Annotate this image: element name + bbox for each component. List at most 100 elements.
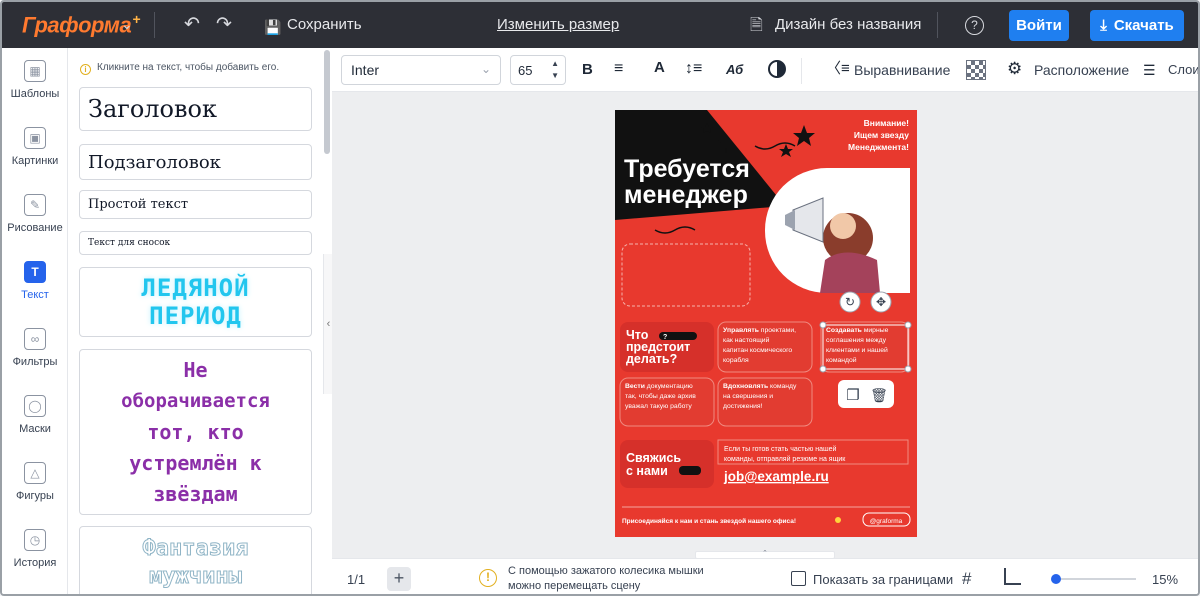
contact-line: Свяжись — [626, 451, 681, 465]
task-line: как настоящий — [723, 336, 770, 344]
heading-text-card[interactable]: Заголовок — [79, 87, 312, 131]
purple-effect-text-card[interactable]: Не оборачивается тот, кто устремлён к зв… — [79, 349, 312, 515]
templates-icon: ▦ — [24, 60, 46, 82]
text-panel: i Кликните на текст, чтобы добавить его. … — [68, 48, 322, 594]
trash-icon[interactable]: 🗑 — [870, 387, 888, 403]
divider — [937, 12, 938, 38]
effect-text: ПЕРИОД — [149, 302, 242, 330]
align-icon[interactable]: 〈≡ — [826, 60, 850, 78]
align-button[interactable]: Выравнивание — [854, 62, 950, 78]
logo-plus: + — [132, 11, 140, 27]
task-line: Управлять проектами, — [723, 327, 796, 334]
poster-note-line: Ищем звезду — [854, 130, 909, 140]
add-page-button[interactable]: + — [387, 567, 411, 591]
zoom-level: 15% — [1152, 572, 1179, 587]
download-button[interactable]: ⤓ Скачать — [1090, 10, 1184, 41]
help-icon[interactable]: ? — [965, 16, 984, 35]
star-icon — [835, 517, 841, 523]
chevron-down-icon[interactable]: ⌄ — [121, 14, 133, 34]
arrange-button[interactable]: Расположение — [1034, 62, 1129, 78]
fantasy-effect-text-card[interactable]: Фантазия мужчины — [79, 526, 312, 594]
opacity-icon[interactable] — [768, 60, 786, 78]
resize-handle[interactable] — [819, 365, 827, 373]
sidebar-item-label: Картинки — [11, 155, 59, 167]
gear-icon[interactable]: ⚙ — [1007, 60, 1022, 78]
decor-squiggle — [754, 142, 796, 150]
line-height-icon[interactable]: ↕≡ — [685, 60, 702, 78]
sidebar-item-label: Рисование — [7, 222, 63, 234]
poster[interactable]: ↻ ✥ ❐ 🗑 Внимание! Ищем звезду Менеджмент… — [615, 110, 917, 537]
redo-icon[interactable]: ↷ — [216, 15, 232, 35]
transparency-icon[interactable] — [966, 60, 986, 80]
task-line: командой — [826, 356, 857, 364]
bold-button[interactable]: B — [582, 61, 593, 79]
font-color-button[interactable]: A — [654, 59, 665, 77]
app-window: Граформа+ ⌄ ↶ ↷ 💾 Сохранить Изменить раз… — [0, 0, 1200, 596]
sidebar-item-history[interactable]: ◷ История — [2, 521, 68, 583]
move-icon: ✥ — [876, 295, 886, 309]
font-family-select[interactable]: Inter ⌄ — [341, 55, 501, 85]
task-line: капитан космического — [723, 347, 792, 354]
star-icon — [793, 125, 815, 146]
subheading-text-card[interactable]: Подзаголовок — [79, 144, 312, 180]
sidebar-item-text[interactable]: T Текст — [2, 253, 68, 315]
history-icon: ◷ — [24, 529, 46, 551]
resize-button[interactable]: Изменить размер — [497, 16, 619, 33]
decor-squiggle — [654, 226, 696, 234]
document-title[interactable]: Дизайн без названия — [775, 16, 921, 33]
grid-icon[interactable]: # — [962, 569, 971, 589]
ice-effect-text-card[interactable]: ЛЕДЯНОЙ ПЕРИОД — [79, 267, 312, 337]
apply-line: Если ты готов стать частью нашей — [724, 445, 837, 453]
sidebar-item-drawing[interactable]: ✎ Рисование — [2, 186, 68, 248]
login-button[interactable]: Войти — [1009, 10, 1069, 41]
document-icon: 🗎 — [750, 17, 763, 34]
zoom-slider[interactable] — [1051, 574, 1136, 584]
text-icon: T — [24, 261, 46, 283]
undo-icon[interactable]: ↶ — [184, 15, 200, 35]
poster-title-line: Требуется — [624, 155, 750, 183]
text-toolbar: Inter ⌄ 65 ▲ ▼ B ≡ A ↕≡ Аб 〈≡ Выравнивание … — [332, 48, 1198, 92]
save-button[interactable]: Сохранить — [287, 16, 362, 33]
warning-icon: ! — [479, 569, 497, 587]
layers-button[interactable]: Слои — [1168, 62, 1198, 77]
task-rest: документацию — [645, 383, 693, 390]
resize-handle[interactable] — [904, 321, 912, 329]
font-size-select[interactable]: 65 ▲ ▼ — [510, 55, 566, 85]
fit-screen-icon[interactable] — [1004, 568, 1021, 585]
footnote-text-card[interactable]: Текст для сносок — [79, 231, 312, 255]
plus-icon: + — [393, 568, 405, 588]
sidebar-item-filters[interactable]: ∞ Фильтры — [2, 320, 68, 382]
divider — [801, 58, 802, 84]
sidebar-item-images[interactable]: ▣ Картинки — [2, 119, 68, 181]
task-rest: команду — [768, 383, 797, 390]
layers-icon[interactable]: ☰ — [1143, 61, 1156, 79]
chevron-down-icon: ⌄ — [480, 62, 491, 76]
sidebar-item-label: Фигуры — [16, 490, 54, 502]
panel-hint-text: Кликните на текст, чтобы добавить его. — [97, 62, 280, 73]
sidebar-item-shapes[interactable]: △ Фигуры — [2, 454, 68, 516]
show-outside-label[interactable]: Показать за границами — [813, 572, 953, 587]
font-family-value: Inter — [351, 62, 380, 78]
task-highlight: Создавать — [826, 327, 862, 334]
duplicate-icon[interactable]: ❐ — [846, 387, 859, 404]
task-line: Вести документацию — [625, 383, 693, 390]
panel-scrollbar[interactable] — [324, 50, 330, 154]
sidebar-item-label: Фильтры — [12, 356, 58, 368]
resize-handle[interactable] — [904, 365, 912, 373]
effect-text: устремлён к — [129, 450, 262, 475]
empty-frame — [621, 243, 751, 307]
text-align-icon[interactable]: ≡ — [614, 60, 623, 78]
text-case-button[interactable]: Аб — [726, 61, 743, 79]
save-icon[interactable]: 💾 — [264, 17, 281, 37]
task-line: достижения! — [723, 403, 763, 410]
show-outside-checkbox[interactable] — [791, 571, 806, 586]
effect-text: звёздам — [153, 481, 238, 506]
zoom-slider-knob[interactable] — [1051, 574, 1062, 584]
effect-text: оборачивается — [121, 389, 270, 412]
canvas-area[interactable]: ↻ ✥ ❐ 🗑 Внимание! Ищем звезду Менеджмент… — [332, 92, 1198, 559]
sidebar-item-masks[interactable]: ◯ Маски — [2, 387, 68, 449]
sidebar-item-templates[interactable]: ▦ Шаблоны — [2, 52, 68, 114]
effect-text: мужчины — [149, 564, 243, 590]
contact-line: с нами — [626, 464, 668, 478]
plain-text-card[interactable]: Простой текст — [79, 190, 312, 219]
